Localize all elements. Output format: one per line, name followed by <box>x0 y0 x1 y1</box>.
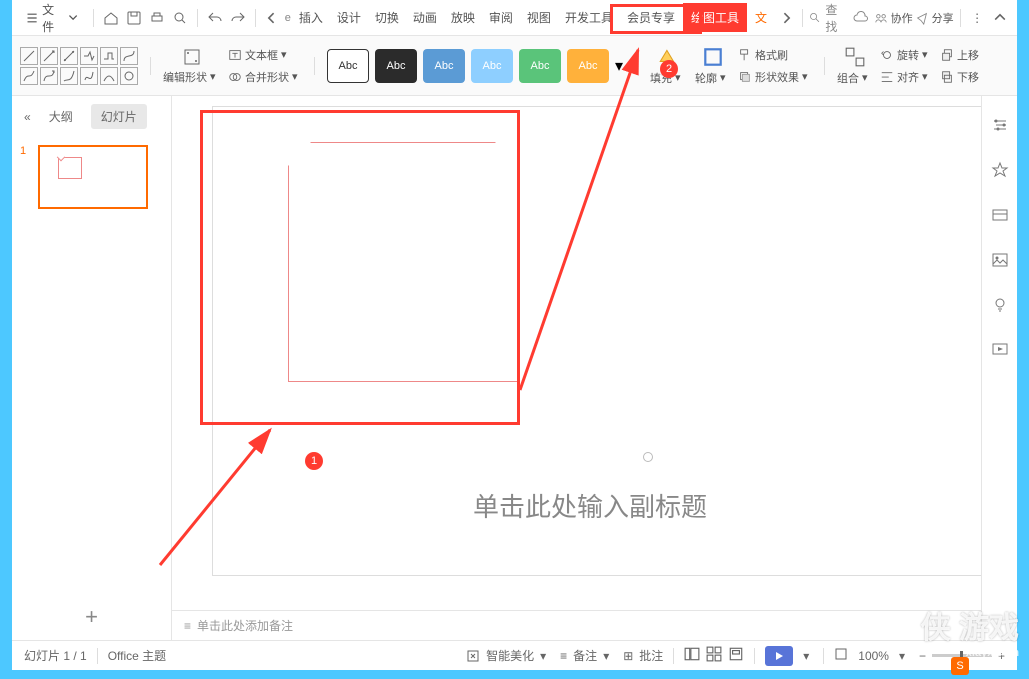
preview-icon[interactable] <box>170 6 191 30</box>
edit-shape-button[interactable]: 编辑形状 ▾ <box>163 69 220 85</box>
rotate-button[interactable]: 旋转▾ <box>880 47 932 63</box>
rail-image-icon[interactable] <box>991 251 1009 274</box>
tab-text-tools[interactable]: 文 <box>749 5 773 30</box>
collapse-ribbon-icon[interactable] <box>990 6 1011 30</box>
sogou-ime-icon: S <box>951 657 969 675</box>
slide-number: 1 <box>20 145 32 209</box>
group-button[interactable]: 组合▾ <box>837 70 872 86</box>
collapse-panel-icon[interactable]: « <box>24 110 31 124</box>
shape-styles-gallery[interactable]: Abc Abc Abc Abc Abc Abc ▾ <box>327 49 625 83</box>
separator <box>150 57 151 75</box>
tab-vip[interactable]: 会员专享 <box>621 5 681 30</box>
rail-star-icon[interactable] <box>991 161 1009 184</box>
lines-gallery[interactable] <box>20 47 138 85</box>
tab-view[interactable]: 视图 <box>521 5 557 30</box>
rail-play-icon[interactable] <box>991 341 1009 364</box>
separator <box>637 57 638 75</box>
print-icon[interactable] <box>147 6 168 30</box>
tab-transition[interactable]: 切换 <box>369 5 405 30</box>
view-sorter-icon[interactable] <box>706 646 722 665</box>
view-reading-icon[interactable] <box>728 646 744 665</box>
rail-settings-icon[interactable] <box>991 116 1009 139</box>
rotation-handle[interactable] <box>643 452 653 462</box>
search-button[interactable]: 查找 <box>809 1 846 35</box>
undo-icon[interactable] <box>204 6 225 30</box>
home-icon[interactable] <box>100 6 121 30</box>
slideshow-button[interactable] <box>765 646 793 666</box>
style-more[interactable]: ▾ <box>615 56 625 76</box>
style-4[interactable]: Abc <box>471 49 513 83</box>
rail-template-icon[interactable] <box>991 206 1009 229</box>
style-2[interactable]: Abc <box>375 49 417 83</box>
redo-icon[interactable] <box>227 6 248 30</box>
nav-left-icon[interactable] <box>261 6 282 30</box>
slide-canvas[interactable]: 单击此处输入副标题 <box>172 96 981 610</box>
style-6[interactable]: Abc <box>567 49 609 83</box>
beautify-button[interactable]: 智能美化▾ <box>466 647 550 664</box>
separator <box>255 9 256 27</box>
separator <box>824 57 825 75</box>
tab-insert[interactable]: 插入 <box>293 5 329 30</box>
fill-button[interactable]: 填充▾ <box>650 70 685 86</box>
format-painter-button[interactable]: 格式刷 <box>738 47 812 63</box>
tab-design[interactable]: 设计 <box>331 5 367 30</box>
notes-icon: ≡ <box>184 619 191 633</box>
search-label: 查找 <box>825 1 846 35</box>
nav-right-icon[interactable] <box>775 6 796 30</box>
thumb-shape <box>58 157 82 179</box>
tab-review[interactable]: 审阅 <box>483 5 519 30</box>
file-menu[interactable]: 文件 <box>18 0 87 39</box>
tab-animation[interactable]: 动画 <box>407 5 443 30</box>
subtitle-placeholder[interactable]: 单击此处输入副标题 <box>473 487 707 524</box>
cloud-icon[interactable] <box>850 6 871 30</box>
slide-count: 幻灯片 1 / 1 <box>24 647 87 664</box>
slideshow-dropdown[interactable]: ▾ <box>803 649 813 663</box>
separator <box>93 9 94 27</box>
view-normal-icon[interactable] <box>684 646 700 665</box>
slides-tab[interactable]: 幻灯片 <box>91 104 147 129</box>
shape-effect-button[interactable]: 形状效果▾ <box>738 69 812 85</box>
style-5[interactable]: Abc <box>519 49 561 83</box>
outline-button[interactable]: 轮廓▾ <box>695 70 730 86</box>
theme-label: Office 主题 <box>108 647 166 664</box>
comments-toggle[interactable]: ⊞批注 <box>623 647 663 664</box>
separator <box>197 9 198 27</box>
add-slide-button[interactable]: + <box>12 594 171 640</box>
zoom-label[interactable]: 100% <box>858 649 889 663</box>
tab-slideshow[interactable]: 放映 <box>445 5 481 30</box>
tab-drawing-tools[interactable]: 绘图工具 <box>683 3 747 32</box>
zoom-in[interactable]: + <box>998 649 1005 663</box>
file-label: 文件 <box>42 1 63 35</box>
outline-tab[interactable]: 大纲 <box>39 104 83 129</box>
share-button[interactable]: 分享 <box>915 10 954 26</box>
textbox-button[interactable]: 文本框 ▾ <box>228 47 302 63</box>
zoom-out[interactable]: − <box>919 649 926 663</box>
tab-devtools[interactable]: 开发工具 <box>559 5 619 30</box>
rail-bulb-icon[interactable] <box>991 296 1009 319</box>
clipped-rect-shape[interactable] <box>288 142 518 382</box>
collab-button[interactable]: 协作 <box>874 10 913 26</box>
align-button[interactable]: 对齐▾ <box>880 69 932 85</box>
style-3[interactable]: Abc <box>423 49 465 83</box>
combine-shape-button[interactable]: 合并形状 ▾ <box>228 69 302 85</box>
move-up-button[interactable]: 上移 <box>940 47 979 63</box>
notes-placeholder[interactable]: 单击此处添加备注 <box>197 617 293 634</box>
notes-toggle[interactable]: ≡备注▾ <box>560 647 613 664</box>
style-1[interactable]: Abc <box>327 49 369 83</box>
separator <box>314 57 315 75</box>
more-icon[interactable]: ⋮ <box>967 6 988 30</box>
slide-thumbnail-1[interactable]: 1 <box>20 145 163 209</box>
save-icon[interactable] <box>123 6 144 30</box>
separator <box>802 9 803 27</box>
fit-icon[interactable] <box>834 647 848 664</box>
separator <box>960 9 961 27</box>
move-down-button[interactable]: 下移 <box>940 69 979 85</box>
